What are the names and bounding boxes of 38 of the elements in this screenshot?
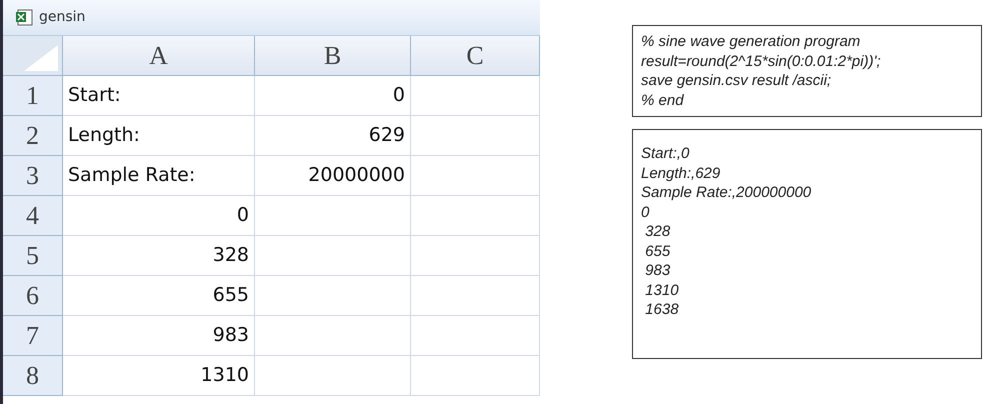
row-header[interactable]: 6 — [3, 276, 63, 316]
code-line: % sine wave generation program — [641, 32, 860, 52]
row-header[interactable]: 2 — [3, 116, 63, 156]
spreadsheet-file-icon — [15, 9, 33, 26]
table-cell: Sample Rate: — [63, 156, 255, 196]
code-line: result=round(2^15*sin(0:0.01:2*pi))'; — [641, 52, 881, 71]
row-header[interactable]: 8 — [3, 356, 63, 396]
row-header[interactable]: 5 — [3, 236, 63, 276]
output-line: 983 — [644, 261, 670, 280]
row-header[interactable]: 7 — [3, 316, 63, 356]
code-line: save gensin.csv result /ascii; — [641, 71, 832, 90]
row-header[interactable]: 1 — [3, 76, 63, 116]
column-header[interactable]: C — [411, 36, 540, 76]
output-line: 1310 — [644, 280, 679, 300]
row-header[interactable]: 3 — [3, 156, 63, 196]
output-line: 655 — [644, 242, 670, 261]
table-cell: 0 — [63, 196, 255, 236]
row-header[interactable]: 4 — [3, 196, 63, 236]
output-line: Sample Rate:,200000000 — [641, 183, 812, 202]
window-title: gensin — [39, 8, 86, 27]
table-cell: 20000000 — [255, 156, 411, 196]
output-line: 1638 — [644, 300, 679, 320]
table-cell: 655 — [63, 276, 255, 316]
table-cell: 0 — [255, 76, 411, 116]
table-cell: 983 — [63, 316, 255, 356]
output-line: 328 — [644, 222, 670, 242]
table-cell: Length: — [63, 116, 255, 156]
output-line: 0 — [641, 202, 650, 222]
table-cell: 629 — [255, 116, 411, 156]
table-cell: Start: — [63, 76, 255, 116]
column-header[interactable]: A — [63, 36, 255, 76]
select-all-icon[interactable] — [24, 45, 58, 71]
column-header[interactable]: B — [255, 36, 411, 76]
code-line: % end — [641, 90, 684, 110]
table-cell: 1310 — [63, 356, 255, 396]
output-line: Length:,629 — [641, 164, 720, 183]
output-line: Start:,0 — [641, 144, 690, 164]
table-cell: 328 — [63, 236, 255, 276]
